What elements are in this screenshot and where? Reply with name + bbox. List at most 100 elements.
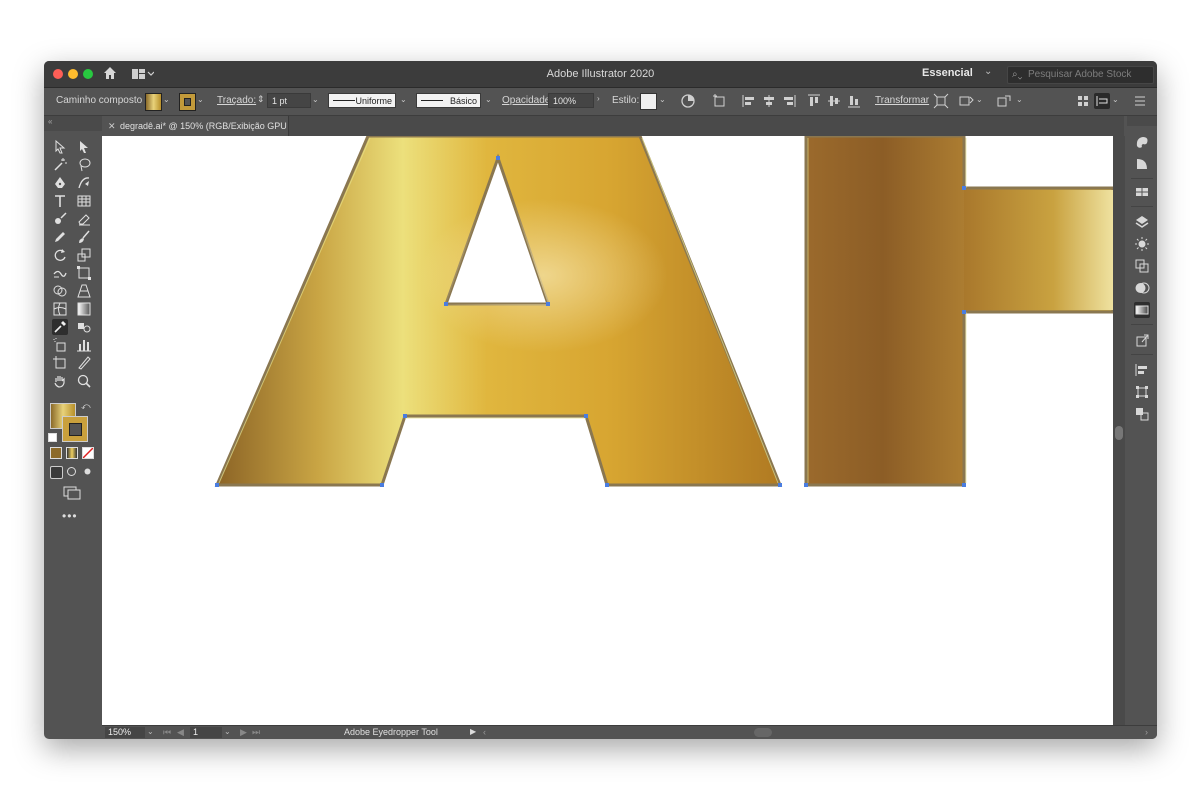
hand-tool-icon[interactable] [52,373,68,389]
chevron-down-icon[interactable]: ⌄ [1112,95,1119,104]
align-top-icon[interactable] [806,93,822,109]
gradient-mode-icon[interactable] [66,447,78,459]
align-middle-icon[interactable] [826,93,842,109]
shape-builder-tool-icon[interactable] [52,283,68,299]
mesh-tool-icon[interactable] [52,301,68,317]
last-artboard-icon[interactable]: ⏭ [252,727,260,738]
draw-inside-icon[interactable] [82,466,93,477]
letter-h[interactable] [804,136,1113,487]
align-bottom-icon[interactable] [846,93,862,109]
chevron-down-icon[interactable]: ⌄ [147,727,154,736]
gradient-panel-icon[interactable] [1134,302,1150,318]
edit-toolbar-icon[interactable]: ••• [62,509,78,523]
gradient-tool-icon[interactable] [76,301,92,317]
pencil-tool-icon[interactable] [52,229,68,245]
scale-tool-icon[interactable] [76,247,92,263]
stroke-color-box[interactable] [62,416,88,442]
graphic-style-swatch[interactable] [640,93,657,110]
letter-a[interactable] [214,136,783,487]
collapse-icon[interactable]: « [48,117,52,126]
screen-mode-icon[interactable] [62,486,82,500]
artboard-canvas[interactable] [102,136,1113,725]
color-guide-icon[interactable] [1134,134,1150,150]
arrange-panel-icon[interactable] [1075,93,1091,109]
recolor-icon[interactable] [996,93,1012,109]
zoom-level-field[interactable]: 150% [105,727,145,738]
lasso-tool-icon[interactable] [76,157,92,173]
next-artboard-icon[interactable]: ▶ [240,727,247,738]
direct-selection-tool-icon[interactable] [76,139,92,155]
selection-tool-icon[interactable] [52,139,68,155]
zoom-tool-icon[interactable] [76,373,92,389]
stepper-icon[interactable]: ⇕ [257,94,265,105]
chevron-right-icon[interactable]: › [597,94,600,103]
perspective-grid-tool-icon[interactable] [76,283,92,299]
draw-normal-icon[interactable] [50,466,63,479]
chevron-down-icon[interactable]: ⌄ [1016,95,1023,104]
paintbrush-tool-icon[interactable] [76,229,92,245]
dock-collapse-bar[interactable] [1127,116,1157,126]
blend-tool-icon[interactable] [76,319,92,335]
stroke-label[interactable]: Traçado: [217,95,256,106]
brush-definition[interactable]: Básico [416,93,481,108]
scroll-right-icon[interactable]: › [1145,727,1148,737]
chevron-down-icon[interactable]: ⌄ [400,95,407,104]
type-tool-icon[interactable] [52,193,68,209]
stroke-weight-field[interactable]: 1 pt [267,93,311,108]
vertical-scroll-thumb[interactable] [1115,426,1123,440]
appearance-icon[interactable] [1134,156,1150,172]
chevron-down-icon[interactable]: ⌄ [976,95,983,104]
align-center-icon[interactable] [761,93,777,109]
grid-tool-icon[interactable] [76,193,92,209]
chevron-down-icon[interactable]: ⌄ [312,95,319,104]
fill-swatch[interactable] [145,93,162,111]
chevron-down-icon[interactable]: ⌄ [197,95,204,104]
chevron-down-icon[interactable]: ⌄ [984,66,992,77]
column-graph-tool-icon[interactable] [76,337,92,353]
artwork[interactable] [102,136,1113,725]
current-tool-label[interactable]: Adobe Eyedropper Tool [344,727,438,737]
chevron-down-icon[interactable]: ⌄ [224,727,231,736]
opacity-label[interactable]: Opacidade: [502,95,553,106]
magic-wand-tool-icon[interactable] [52,157,68,173]
rotate-tool-icon[interactable] [52,247,68,263]
edit-envelope-icon[interactable] [958,93,974,109]
swatches-icon[interactable] [1134,184,1150,200]
warp-tool-icon[interactable] [52,265,68,281]
panel-menu-icon[interactable] [1132,93,1148,109]
variable-width-profile[interactable]: Uniforme [328,93,396,108]
pathfinder-icon[interactable] [1134,258,1150,274]
eraser-tool-icon[interactable] [76,211,92,227]
slice-tool-icon[interactable] [76,355,92,371]
chevron-down-icon[interactable]: ⌄ [485,95,492,104]
export-icon[interactable] [1134,332,1150,348]
recolor-artwork-icon[interactable] [680,93,696,109]
curvature-tool-icon[interactable] [76,175,92,191]
align-panel-icon[interactable] [1134,362,1150,378]
isolate-icon[interactable] [933,93,949,109]
status-menu-icon[interactable]: ▶ [470,727,476,736]
draw-behind-icon[interactable] [66,466,77,477]
default-colors-icon[interactable] [48,433,57,442]
close-tab-icon[interactable]: ✕ [108,116,116,136]
artboard-tool-icon[interactable] [52,355,68,371]
stock-search-input[interactable]: ⌕⌄ Pesquisar Adobe Stock [1007,66,1154,84]
pathfinder-panel-icon[interactable] [1134,406,1150,422]
first-artboard-icon[interactable]: ⏮ [163,727,171,738]
align-left-icon[interactable] [741,93,757,109]
workspace-switcher[interactable]: Essencial [922,67,973,79]
transparency-icon[interactable] [1134,280,1150,296]
symbol-sprayer-tool-icon[interactable] [52,337,68,353]
artboard-number-field[interactable]: 1 [190,727,222,738]
opacity-field[interactable]: 100% [548,93,594,108]
free-transform-tool-icon[interactable] [76,265,92,281]
color-mode-icon[interactable] [50,447,62,459]
none-mode-icon[interactable] [82,447,94,459]
previous-artboard-icon[interactable]: ◀ [177,727,184,738]
transform-panel-link[interactable]: Transformar [875,95,929,106]
chevron-down-icon[interactable]: ⌄ [163,95,170,104]
blob-brush-tool-icon[interactable] [52,211,68,227]
stroke-swatch[interactable] [179,93,196,111]
toolbar-collapse-bar[interactable]: « [44,116,102,131]
scroll-left-icon[interactable]: ‹ [483,727,486,737]
